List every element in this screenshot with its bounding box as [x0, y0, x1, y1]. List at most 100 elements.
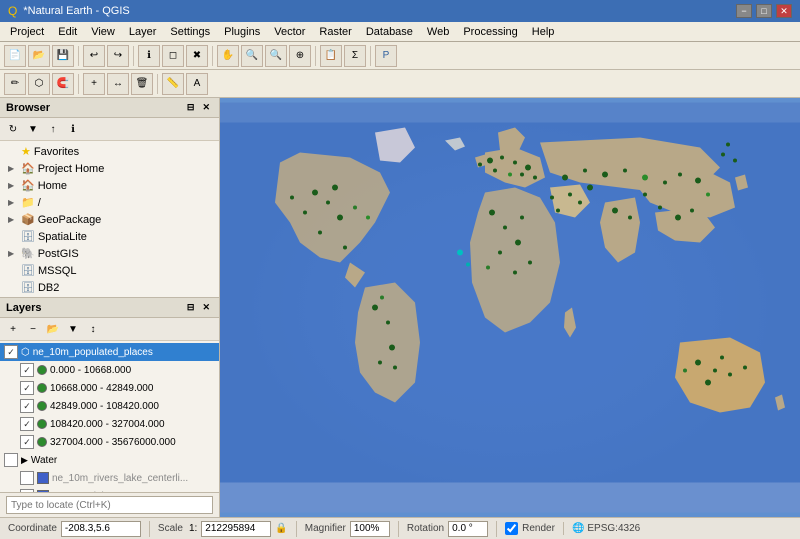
browser-close-btn[interactable]: ✕: [199, 101, 213, 114]
python-btn[interactable]: P: [375, 45, 397, 67]
left-panel: Browser ⊟ ✕ ↻ ▼ ↑ ℹ ★ Favorites ▶: [0, 98, 220, 517]
water-expand-arrow: ▶: [21, 455, 28, 466]
layers-remove-btn[interactable]: −: [24, 320, 42, 338]
measure-btn[interactable]: 📏: [162, 73, 184, 95]
save-project-btn[interactable]: 💾: [52, 45, 74, 67]
browser-controls: ⊟ ✕: [184, 101, 213, 114]
layer-check-range1[interactable]: ✓: [20, 363, 34, 377]
browser-wms[interactable]: ▶ 🌐 WMS/WMTS: [0, 296, 219, 297]
postgis-arrow: ▶: [8, 249, 18, 258]
layers-close-btn[interactable]: ✕: [199, 301, 213, 314]
new-project-btn[interactable]: 📄: [4, 45, 26, 67]
layers-float-btn[interactable]: ⊟: [184, 301, 198, 314]
search-input[interactable]: [6, 496, 213, 514]
menu-raster[interactable]: Raster: [313, 24, 357, 40]
layer-rivers[interactable]: ne_10m_rivers_lake_centerli...: [0, 469, 219, 487]
zoom-full-btn[interactable]: ⊕: [289, 45, 311, 67]
menu-plugins[interactable]: Plugins: [218, 24, 266, 40]
coordinate-input[interactable]: [61, 521, 141, 537]
menu-layer[interactable]: Layer: [123, 24, 163, 40]
browser-db2[interactable]: 🗄 DB2: [0, 279, 219, 296]
browser-project-home[interactable]: ▶ 🏠 Project Home: [0, 160, 219, 177]
spatialite-label: SpatiaLite: [38, 231, 87, 243]
geopackage-label: GeoPackage: [38, 214, 102, 226]
crs-item[interactable]: 🌐 EPSG:4326: [572, 523, 640, 534]
layer-check-range2[interactable]: ✓: [20, 381, 34, 395]
layer-check-range5[interactable]: ✓: [20, 435, 34, 449]
identify-btn[interactable]: ℹ: [138, 45, 160, 67]
browser-favorites[interactable]: ★ Favorites: [0, 143, 219, 160]
magnifier-label: Magnifier: [305, 523, 346, 534]
menu-web[interactable]: Web: [421, 24, 455, 40]
menu-project[interactable]: Project: [4, 24, 50, 40]
layers-open-btn[interactable]: 📂: [44, 320, 62, 338]
menu-processing[interactable]: Processing: [457, 24, 523, 40]
layers-filter-btn[interactable]: ▼: [64, 320, 82, 338]
digitize-btn[interactable]: ✏: [4, 73, 26, 95]
browser-spatialite[interactable]: 🗄 SpatiaLite: [0, 228, 219, 245]
layer-check-range3[interactable]: ✓: [20, 399, 34, 413]
browser-mssql[interactable]: 🗄 MSSQL: [0, 262, 219, 279]
layers-add-btn[interactable]: +: [4, 320, 22, 338]
open-project-btn[interactable]: 📂: [28, 45, 50, 67]
db2-icon: 🗄: [21, 281, 35, 294]
populated-label: ne_10m_populated_places: [33, 347, 153, 358]
menu-vector[interactable]: Vector: [268, 24, 311, 40]
menu-database[interactable]: Database: [360, 24, 419, 40]
layer-check-populated[interactable]: ✓: [4, 345, 18, 359]
move-feature-btn[interactable]: ↔: [107, 73, 129, 95]
browser-collapse-btn[interactable]: ↑: [44, 120, 62, 138]
zoom-out-btn[interactable]: 🔍: [265, 45, 287, 67]
close-button[interactable]: ✕: [776, 4, 792, 18]
add-feature-btn[interactable]: +: [83, 73, 105, 95]
undo-btn[interactable]: ↩: [83, 45, 105, 67]
layer-range5[interactable]: ✓ 327004.000 - 35676000.000: [0, 433, 219, 451]
browser-properties-btn[interactable]: ℹ: [64, 120, 82, 138]
attribute-table-btn[interactable]: 📋: [320, 45, 342, 67]
layer-check-range4[interactable]: ✓: [20, 417, 34, 431]
deselect-btn[interactable]: ✖: [186, 45, 208, 67]
snap-btn[interactable]: 🧲: [52, 73, 74, 95]
search-bar: [0, 492, 219, 517]
browser-home[interactable]: ▶ 🏠 Home: [0, 177, 219, 194]
sep4: [315, 46, 316, 66]
render-checkbox[interactable]: [505, 522, 518, 535]
layer-range3[interactable]: ✓ 42849.000 - 108420.000: [0, 397, 219, 415]
browser-filter-btn[interactable]: ▼: [24, 120, 42, 138]
maximize-button[interactable]: □: [756, 4, 772, 18]
menu-view[interactable]: View: [85, 24, 121, 40]
browser-geopackage[interactable]: ▶ 📦 GeoPackage: [0, 211, 219, 228]
layers-toolbar: + − 📂 ▼ ↕: [0, 318, 219, 341]
layer-range4[interactable]: ✓ 108420.000 - 327004.000: [0, 415, 219, 433]
root-arrow: ▶: [8, 198, 18, 207]
layer-water-group[interactable]: ▶ Water: [0, 451, 219, 469]
layer-color-rivers: [37, 472, 49, 484]
magnifier-input[interactable]: [350, 521, 390, 537]
browser-root[interactable]: ▶ 📁 /: [0, 194, 219, 211]
menu-settings[interactable]: Settings: [164, 24, 216, 40]
node-btn[interactable]: ⬡: [28, 73, 50, 95]
minimize-button[interactable]: −: [736, 4, 752, 18]
scale-input[interactable]: [201, 521, 271, 537]
layer-range1[interactable]: ✓ 0.000 - 10668.000: [0, 361, 219, 379]
label-btn[interactable]: A: [186, 73, 208, 95]
zoom-in-btn[interactable]: 🔍: [241, 45, 263, 67]
layers-collapse-btn[interactable]: ↕: [84, 320, 102, 338]
delete-feature-btn[interactable]: 🗑: [131, 73, 153, 95]
menu-edit[interactable]: Edit: [52, 24, 83, 40]
menu-help[interactable]: Help: [526, 24, 561, 40]
rotation-input[interactable]: [448, 521, 488, 537]
layer-check-rivers[interactable]: [20, 471, 34, 485]
browser-postgis[interactable]: ▶ 🐘 PostGIS: [0, 245, 219, 262]
layer-populated-places[interactable]: ✓ ⬡ ne_10m_populated_places: [0, 343, 219, 361]
browser-refresh-btn[interactable]: ↻: [4, 120, 22, 138]
layer-range2[interactable]: ✓ 10668.000 - 42849.000: [0, 379, 219, 397]
layer-check-water[interactable]: [4, 453, 18, 467]
select-btn[interactable]: ◻: [162, 45, 184, 67]
statistics-btn[interactable]: Σ: [344, 45, 366, 67]
browser-float-btn[interactable]: ⊟: [184, 101, 198, 114]
range2-label: 10668.000 - 42849.000: [50, 383, 153, 394]
map-area[interactable]: [220, 98, 800, 517]
pan-btn[interactable]: ✋: [217, 45, 239, 67]
redo-btn[interactable]: ↪: [107, 45, 129, 67]
